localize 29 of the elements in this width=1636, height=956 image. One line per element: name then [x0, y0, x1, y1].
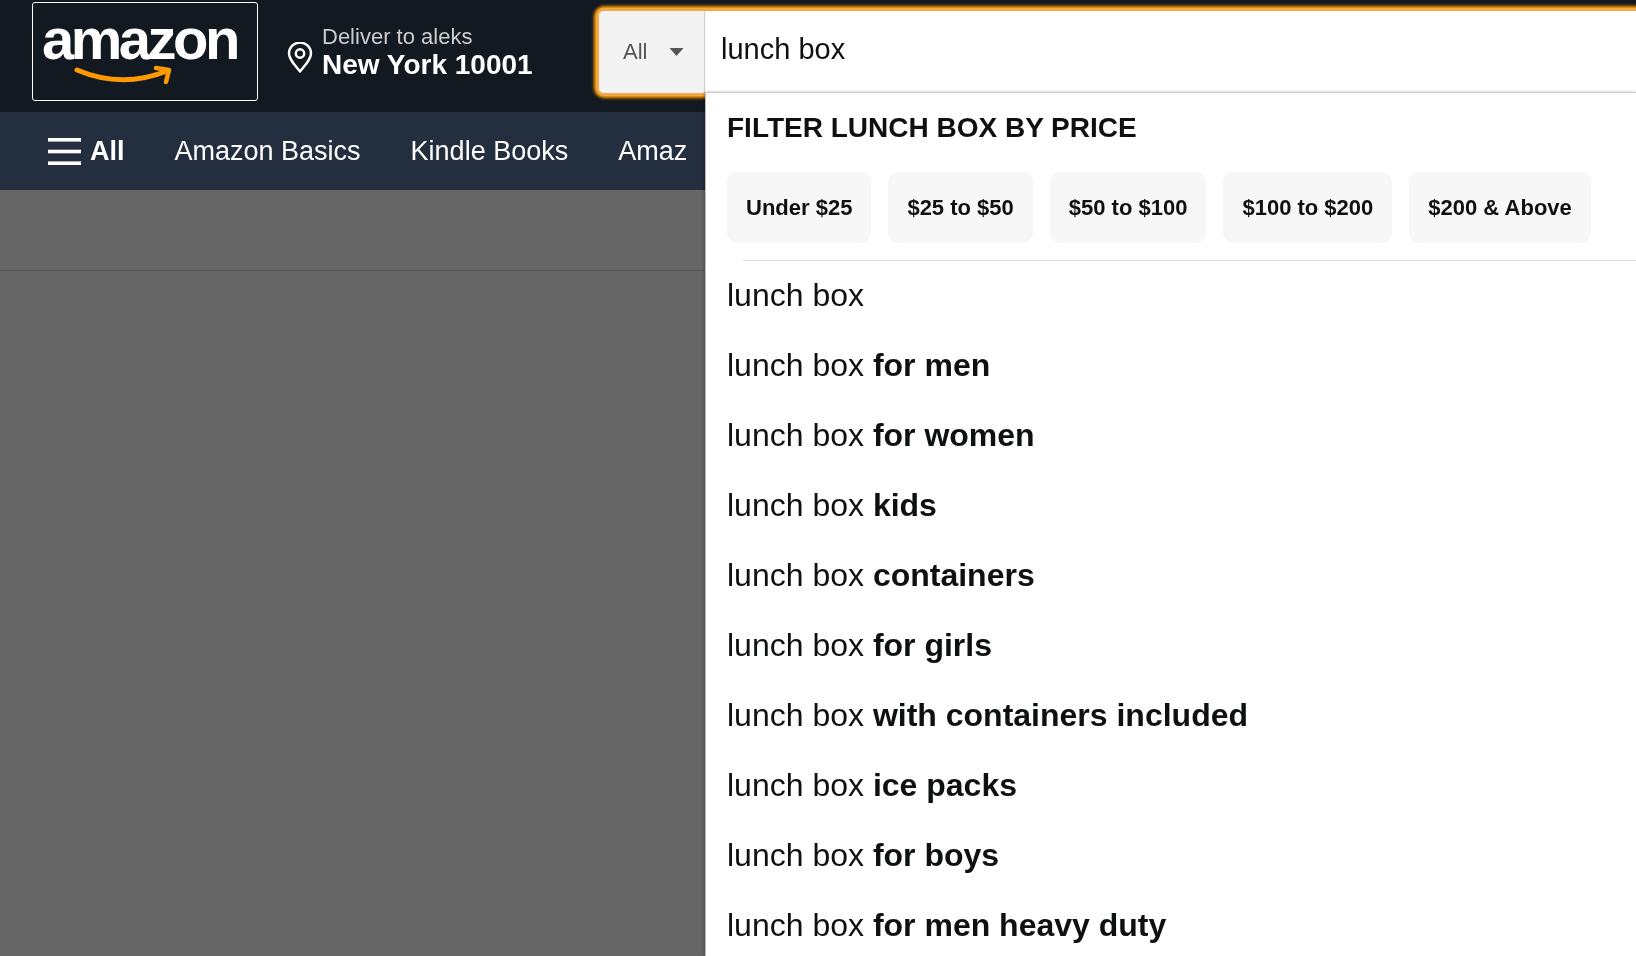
- search-suggestion[interactable]: lunch box kids: [727, 485, 937, 525]
- price-filter-chip[interactable]: $100 to $200: [1223, 172, 1393, 243]
- price-filter-chip[interactable]: $200 & Above: [1409, 172, 1591, 243]
- search-field[interactable]: lunch box: [705, 11, 1636, 93]
- search-suggestion[interactable]: lunch box for boys: [727, 835, 1000, 875]
- caret-icon: [669, 48, 685, 56]
- smile-arrow-icon: [74, 65, 174, 85]
- price-filter-chip[interactable]: $50 to $100: [1049, 172, 1207, 243]
- deliver-to-label: Deliver to aleks: [322, 24, 473, 49]
- search-suggestion[interactable]: lunch box for men: [727, 345, 991, 385]
- search-suggestion[interactable]: lunch box for women: [727, 415, 1035, 455]
- search-suggestion[interactable]: lunch box ice packs: [727, 765, 1017, 805]
- logo-link[interactable]: amazon: [32, 2, 258, 101]
- filter-heading: FILTER LUNCH BOX BY PRICE: [727, 112, 1137, 144]
- nav-link[interactable]: Kindle Books: [410, 135, 569, 167]
- location-pin-icon: [287, 42, 313, 73]
- nav-link[interactable]: Amazon Basics: [174, 135, 361, 167]
- search-suggestion[interactable]: lunch box with containers included: [727, 695, 1249, 735]
- price-filter-chip[interactable]: Under $25: [727, 172, 872, 243]
- menu-icon: [48, 137, 81, 165]
- search-suggestion[interactable]: lunch box for men heavy duty: [727, 905, 1167, 945]
- price-filter-chip[interactable]: $25 to $50: [888, 172, 1033, 243]
- search-suggestion[interactable]: lunch box for girls: [727, 625, 992, 665]
- search-suggestion[interactable]: lunch box containers: [727, 555, 1035, 595]
- delivery-location-link[interactable]: New York 10001: [322, 49, 533, 81]
- category-dropdown[interactable]: All: [599, 11, 705, 93]
- search-suggestion[interactable]: lunch box: [727, 275, 864, 315]
- all-menu-button[interactable]: All: [46, 133, 127, 169]
- nav-link[interactable]: Amaz: [618, 135, 688, 167]
